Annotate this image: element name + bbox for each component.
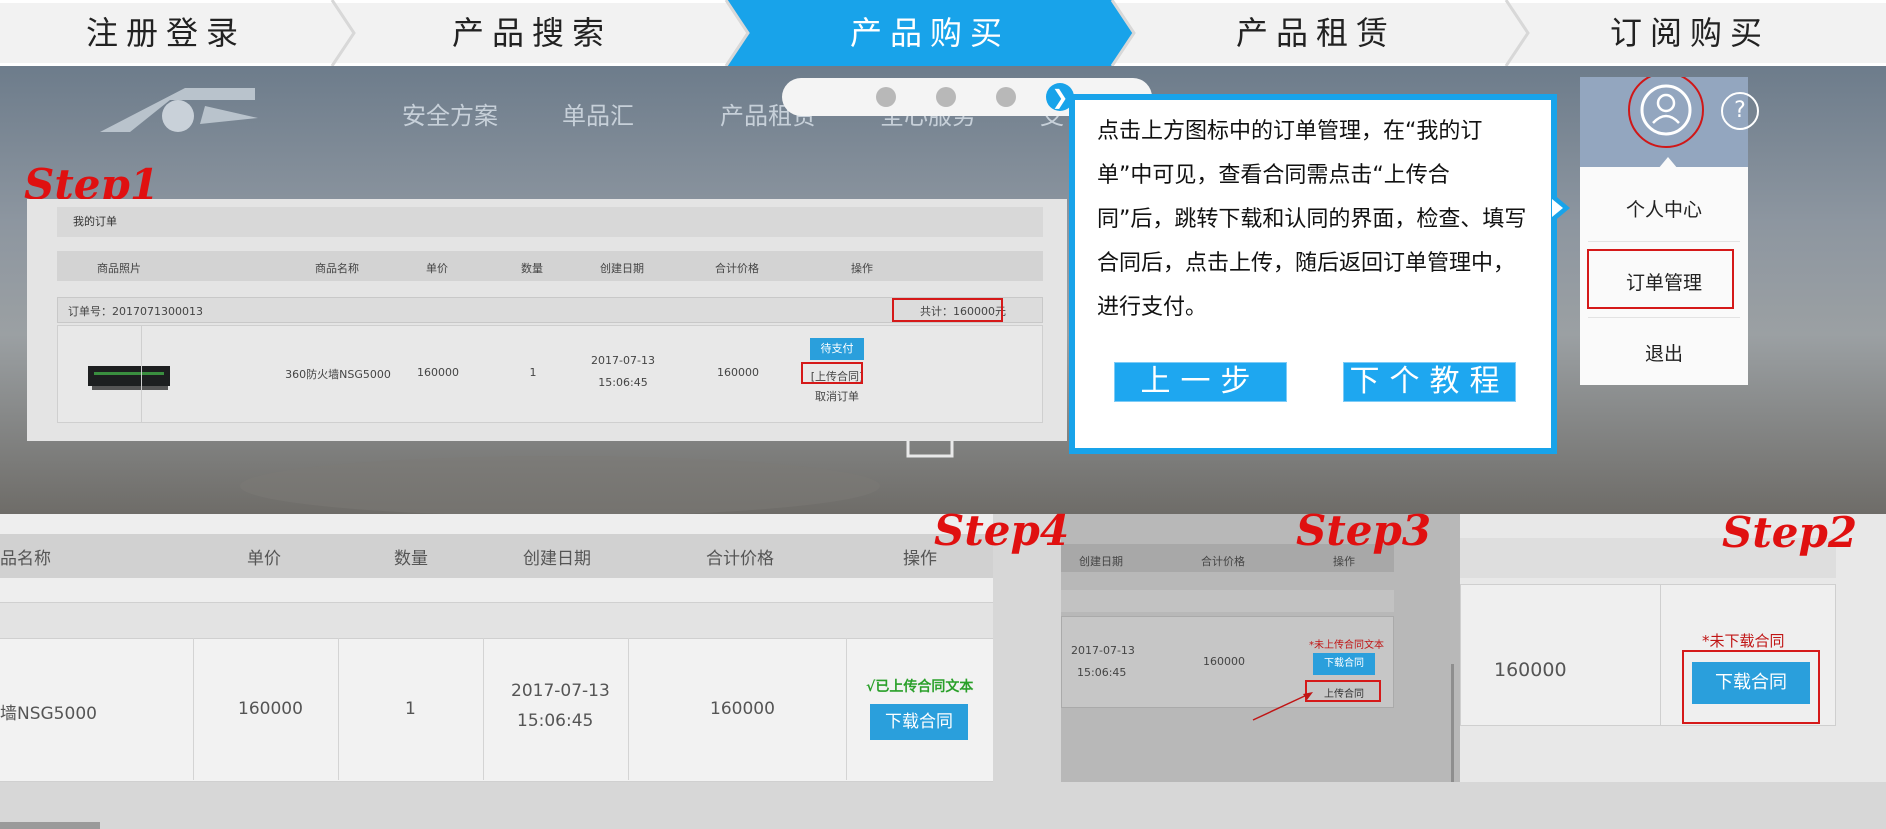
order-time: 15:06:45 [598,376,648,389]
step4-divider [193,638,194,780]
step4-price: 160000 [238,699,303,719]
step4-col-total: 合计价格 [706,549,774,569]
pager-dot-2[interactable] [936,87,956,107]
order-number: 订单号：2017071300013 [68,305,203,318]
step4-divider [338,638,339,780]
step-tab-subscribe[interactable]: 订阅购买 [1540,0,1840,66]
step2-tag: Step2 [1722,508,1858,557]
nav-products[interactable]: 单品汇 [562,96,634,131]
step4-col-name: 品名称 [0,549,51,569]
menu-logout[interactable]: 退出 [1580,339,1748,366]
step4-col-action: 操作 [903,549,937,569]
help-icon[interactable]: ? [1721,92,1759,130]
step3-date: 2017-07-13 [1071,644,1135,657]
step3-tag: Step3 [1296,506,1432,555]
callout-pointer [1552,193,1570,223]
orders-screenshot: 我的订单 商品照片 商品名称 单价 数量 创建日期 合计价格 操作 订单号：20… [27,199,1067,441]
step4-time: 15:06:45 [517,711,594,731]
menu-personal-center[interactable]: 个人中心 [1580,195,1748,222]
step4-col-price: 单价 [247,549,281,569]
pager-dot-3[interactable] [996,87,1016,107]
menu-caret-icon [1658,157,1678,169]
step3-col-action: 操作 [1333,555,1355,568]
firewall-device-image [88,366,170,390]
step4-tag: Step4 [934,506,1070,555]
user-header-box: ? [1580,72,1759,167]
step2-total: 160000 [1494,659,1567,681]
step-tab-purchase[interactable]: 产品购买 [780,0,1080,66]
step3-col-total: 合计价格 [1201,555,1245,568]
step2-download-button[interactable]: 下载合同 [1692,662,1810,704]
bottom-scrollbar[interactable] [0,822,100,829]
tutorial-step-bar: 注册登录 产品搜索 产品购买 产品租赁 订阅购买 [0,0,1886,66]
user-dropdown-menu: 个人中心 订单管理 退出 [1580,157,1748,385]
step-tab-rent[interactable]: 产品租赁 [1166,0,1466,66]
bottom-screenshots: 品名称 单价 数量 创建日期 合计价格 操作 墙NSG5000 160000 1… [0,514,1886,829]
order-row: 360防火墙NSG5000 160000 1 2017-07-13 15:06:… [57,325,1043,423]
step4-download-button[interactable]: 下载合同 [870,704,968,740]
prev-step-button[interactable]: 上一步 [1114,362,1287,402]
callout-text: 点击上方图标中的订单管理，在“我的订单”中可见，查看合同需点击“上传合同”后，跳… [1097,119,1527,320]
step4-col-qty: 数量 [394,549,428,569]
menu-divider [1588,241,1740,242]
step2-divider [1660,584,1661,726]
step3-time: 15:06:45 [1077,666,1127,679]
tutorial-callout: 点击上方图标中的订单管理，在“我的订单”中可见，查看合同需点击“上传合同”后，跳… [1069,94,1557,454]
step4-divider [628,638,629,780]
step4-header [0,534,993,578]
step3-status: *未上传合同文本 [1309,640,1384,651]
step3-col-date: 创建日期 [1079,555,1123,568]
step-tab-register[interactable]: 注册登录 [16,0,316,66]
col-action: 操作 [851,262,873,275]
col-total: 合计价格 [715,262,759,275]
nav-security-solution[interactable]: 安全方案 [402,96,498,131]
row-divider [141,325,142,423]
highlight-total [892,298,1003,322]
step3-arrow-icon [1252,692,1313,721]
menu-divider-2 [1588,317,1740,318]
pager-dot-1[interactable] [876,87,896,107]
step4-qty: 1 [405,699,416,719]
pay-button[interactable]: 待支付 [810,338,864,360]
step4-screenshot: 品名称 单价 数量 创建日期 合计价格 操作 墙NSG5000 160000 1… [0,514,993,782]
step3-total: 160000 [1203,655,1245,668]
step4-total: 160000 [710,699,775,719]
highlight-upload [801,362,863,384]
step3-band [1061,590,1394,612]
order-date: 2017-07-13 [591,354,655,367]
menu-order-management[interactable]: 订单管理 [1580,268,1748,295]
next-tutorial-button[interactable]: 下个教程 [1343,362,1516,402]
step3-scroll-edge [1451,664,1454,782]
cancel-order-link[interactable]: 取消订单 [803,388,871,404]
step4-col-date: 创建日期 [523,549,591,569]
step4-status: √已上传合同文本 [866,679,974,695]
step4-product-name: 墙NSG5000 [0,704,97,724]
orders-header: 商品照片 商品名称 单价 数量 创建日期 合计价格 操作 [57,251,1043,281]
step4-date: 2017-07-13 [511,681,610,701]
col-photo: 商品照片 [97,262,141,275]
orders-title: 我的订单 [57,207,1043,237]
step4-divider [483,638,484,780]
step4-row [0,638,993,782]
step3-download-button[interactable]: 下载合同 [1313,653,1375,675]
step4-divider [846,638,847,780]
step2-status: *未下载合同 [1702,632,1785,650]
step-tab-search[interactable]: 产品搜索 [382,0,682,66]
col-date: 创建日期 [600,262,644,275]
order-sum: 160000 [717,366,759,379]
user-avatar-icon[interactable] [1580,72,1748,167]
